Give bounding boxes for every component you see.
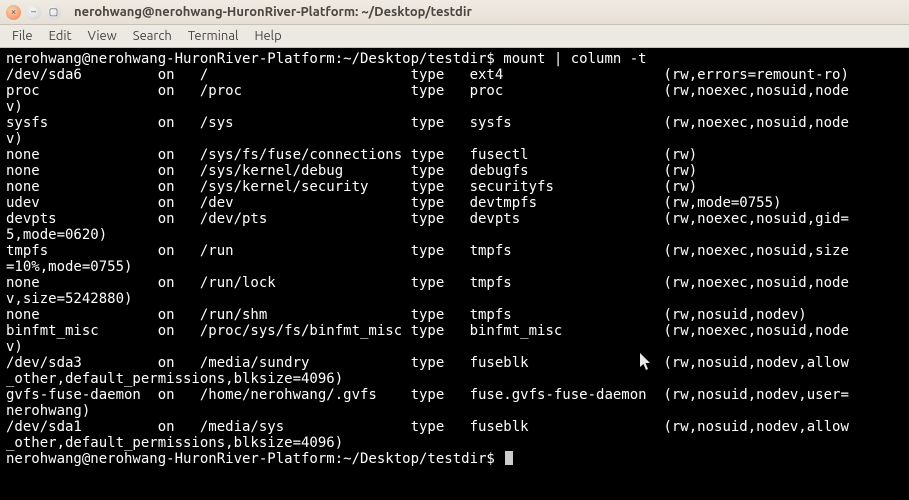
menu-file[interactable]: File xyxy=(4,27,41,45)
mount-row: none on /sys/kernel/debug type debugfs (… xyxy=(6,163,697,179)
mount-row-wrap: 5,mode=0620) xyxy=(6,227,107,243)
mount-row-wrap: v) xyxy=(6,339,23,355)
menu-terminal[interactable]: Terminal xyxy=(180,27,247,45)
command: mount | column -t xyxy=(503,51,646,67)
menu-view[interactable]: View xyxy=(80,27,125,45)
mount-row-wrap: v) xyxy=(6,99,23,115)
menu-help[interactable]: Help xyxy=(246,27,289,45)
text-cursor xyxy=(505,451,513,465)
mount-row: none on /run/shm type tmpfs (rw,nosuid,n… xyxy=(6,307,807,323)
mount-row: /dev/sda3 on /media/sundry type fuseblk … xyxy=(6,355,849,371)
mount-row: udev on /dev type devtmpfs (rw,mode=0755… xyxy=(6,195,781,211)
mount-row: tmpfs on /run type tmpfs (rw,noexec,nosu… xyxy=(6,243,849,259)
mount-row-wrap: _other,default_permissions,blksize=4096) xyxy=(6,371,343,387)
minimize-icon[interactable]: – xyxy=(26,5,41,20)
mount-row: devpts on /dev/pts type devpts (rw,noexe… xyxy=(6,211,849,227)
window-titlebar: × – ▢ nerohwang@nerohwang-HuronRiver-Pla… xyxy=(0,0,909,25)
mount-row: none on /sys/kernel/security type securi… xyxy=(6,179,697,195)
mount-row: /dev/sda6 on / type ext4 (rw,errors=remo… xyxy=(6,67,849,83)
prompt: nerohwang@nerohwang-HuronRiver-Platform:… xyxy=(6,51,503,67)
mount-row-wrap: _other,default_permissions,blksize=4096) xyxy=(6,435,343,451)
menu-search[interactable]: Search xyxy=(125,27,180,45)
window-title: nerohwang@nerohwang-HuronRiver-Platform:… xyxy=(74,5,472,19)
mount-row: proc on /proc type proc (rw,noexec,nosui… xyxy=(6,83,849,99)
mount-row: sysfs on /sys type sysfs (rw,noexec,nosu… xyxy=(6,115,849,131)
maximize-icon[interactable]: ▢ xyxy=(46,5,61,20)
mount-row-wrap: nerohwang) xyxy=(6,403,90,419)
mount-row-wrap: v) xyxy=(6,131,23,147)
mount-row: none on /sys/fs/fuse/connections type fu… xyxy=(6,147,697,163)
prompt: nerohwang@nerohwang-HuronRiver-Platform:… xyxy=(6,451,503,467)
terminal[interactable]: nerohwang@nerohwang-HuronRiver-Platform:… xyxy=(0,48,909,500)
mount-row: /dev/sda1 on /media/sys type fuseblk (rw… xyxy=(6,419,849,435)
close-icon[interactable]: × xyxy=(6,5,21,20)
menubar: File Edit View Search Terminal Help xyxy=(0,25,909,48)
mount-row-wrap: v,size=5242880) xyxy=(6,291,132,307)
mount-row: gvfs-fuse-daemon on /home/nerohwang/.gvf… xyxy=(6,387,849,403)
menu-edit[interactable]: Edit xyxy=(41,27,80,45)
mount-row: binfmt_misc on /proc/sys/fs/binfmt_misc … xyxy=(6,323,849,339)
mount-row: none on /run/lock type tmpfs (rw,noexec,… xyxy=(6,275,849,291)
mount-row-wrap: =10%,mode=0755) xyxy=(6,259,132,275)
